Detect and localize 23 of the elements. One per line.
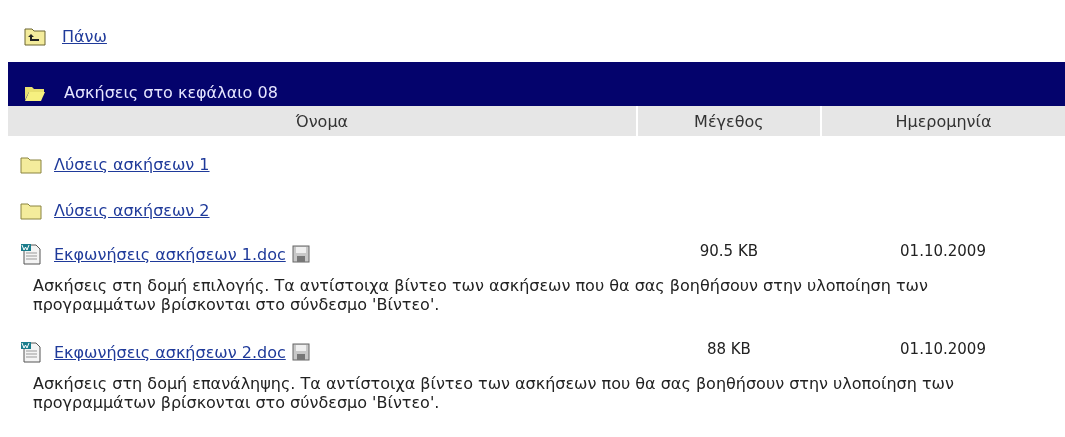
file-size: 90.5 KB — [699, 242, 758, 260]
up-link[interactable]: Πάνω — [56, 26, 107, 46]
folder-link[interactable]: Λύσεις ασκήσεων 2 — [48, 200, 210, 220]
file-date: 01.10.2009 — [900, 242, 986, 260]
folder-icon — [24, 84, 46, 102]
folder-up-icon — [24, 26, 46, 46]
file-description: Ασκήσεις στη δομή επανάληψης. Τα αντίστοιχα βίντεο των ασκήσεων που θα σας βοηθήσουν στην υλοποίηση των προγραμμάτων βρίσκονται στο σύνδεσμο 'Βίντεο'. — [33, 374, 954, 412]
file-description: Ασκήσεις στη δομή επιλογής. Τα αντίστοιχα βίντεο των ασκήσεων που θα σας βοηθήσουν στην υλοποίηση των προγραμμάτων βρίσκονται στο σύνδεσμο 'Βίντεο'. — [33, 276, 928, 314]
column-header[interactable]: Ημερομηνία — [821, 106, 1065, 136]
folder-icon — [20, 154, 42, 174]
folder-link[interactable]: Λύσεις ασκήσεων 1 — [48, 154, 210, 174]
column-header[interactable]: Μέγεθος — [636, 106, 821, 136]
word-document-icon — [20, 243, 42, 265]
file-link[interactable]: Εκφωνήσεις ασκήσεων 1.doc — [48, 244, 286, 264]
column-header[interactable]: Όνομα — [8, 106, 637, 136]
file-size: 88 KB — [706, 340, 751, 358]
save-icon[interactable] — [291, 343, 310, 361]
file-date: 01.10.2009 — [900, 340, 986, 358]
save-icon[interactable] — [291, 245, 310, 263]
folder-icon — [20, 200, 42, 220]
file-link[interactable]: Εκφωνήσεις ασκήσεων 2.doc — [48, 342, 286, 362]
word-document-icon — [20, 341, 42, 363]
folder-title: Ασκήσεις στο κεφάλαιο 08 — [64, 83, 278, 102]
